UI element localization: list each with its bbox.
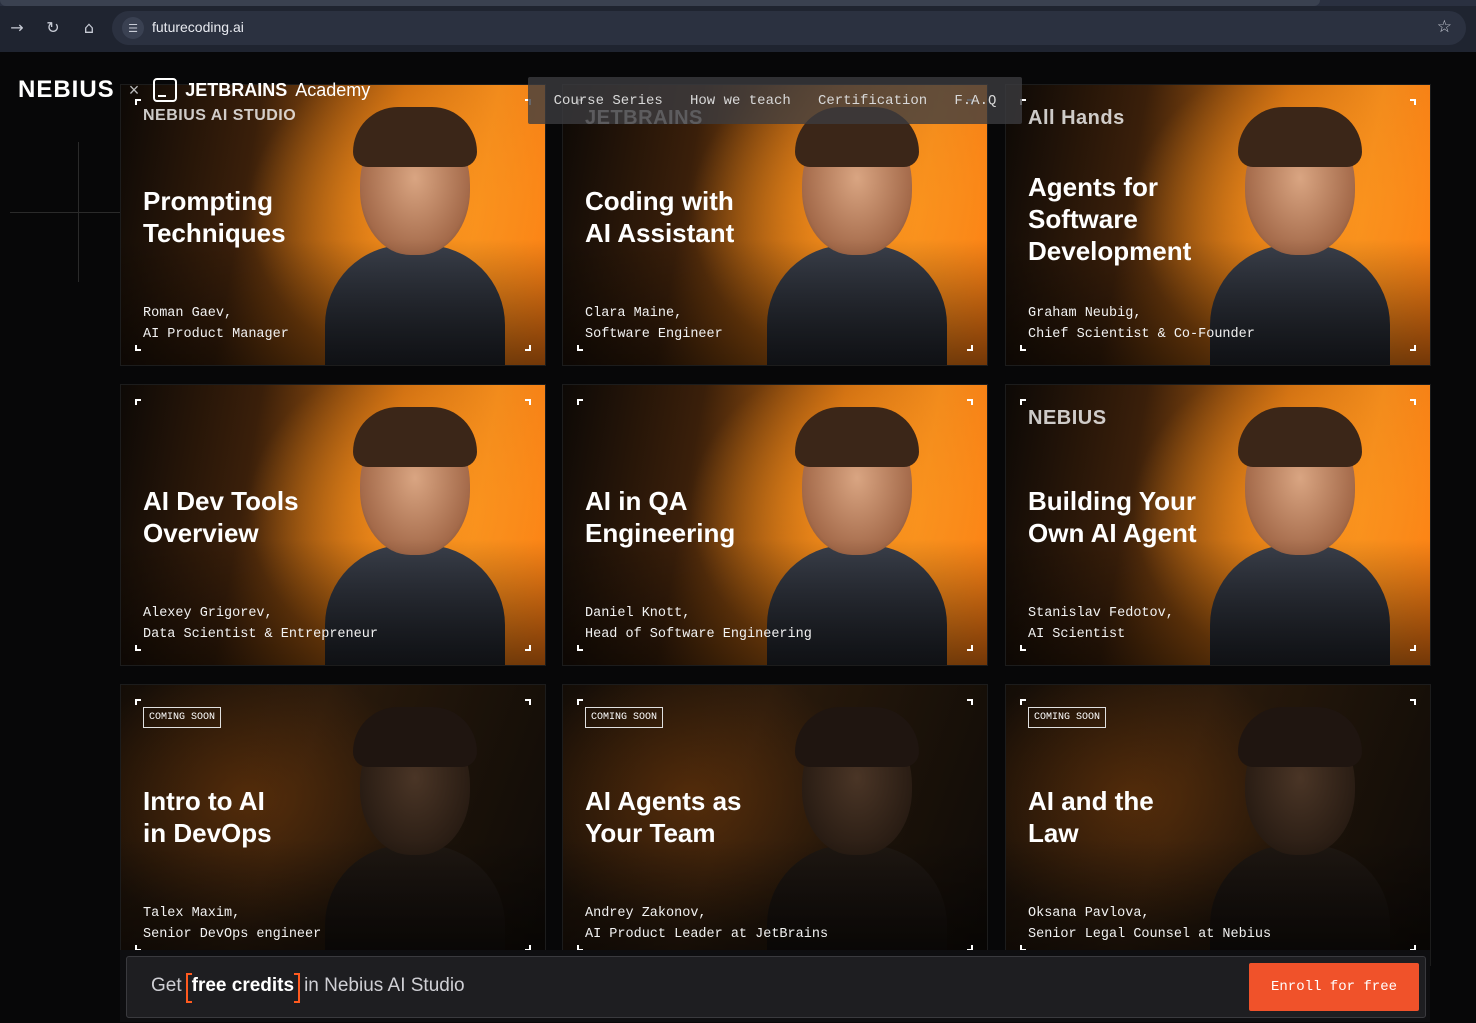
course-card[interactable]: COMING SOON AI and the Law Oksana Pavlova,… — [1005, 684, 1431, 966]
speaker-info: Roman Gaev, AI Product Manager — [143, 306, 289, 342]
course-card[interactable]: All Hands Agents for Software Development… — [1005, 84, 1431, 366]
times-symbol: × — [128, 79, 140, 100]
jetbrains-text: JETBRAINS — [185, 79, 288, 100]
partner-logo: All Hands — [1028, 107, 1125, 129]
corner-mark — [1410, 645, 1416, 651]
jetbrains-academy-logo: JETBRAINS Academy — [153, 78, 370, 102]
banner-highlight: free credits — [185, 973, 301, 1003]
course-title: AI Agents as Your Team — [585, 786, 742, 848]
browser-toolbar: → ↻ ⌂ ☰ futurecoding.ai ☆ — [0, 0, 1476, 52]
course-title: Prompting Techniques — [143, 186, 286, 248]
corner-mark — [1020, 699, 1026, 705]
corner-mark — [1020, 399, 1026, 405]
academy-text: Academy — [295, 79, 371, 100]
decorative-line — [10, 212, 120, 213]
course-card[interactable]: NEBIUS Building Your Own AI Agent Stanisla… — [1005, 384, 1431, 666]
corner-mark — [525, 399, 531, 405]
course-card[interactable]: AI Dev Tools Overview Alexey Grigorev, Da… — [120, 384, 546, 666]
top-navigation: Course Series How we teach Certification… — [528, 77, 1022, 124]
course-card[interactable]: AI in QA Engineering Daniel Knott, Head o… — [562, 384, 988, 666]
course-title: AI in QA Engineering — [585, 486, 736, 548]
address-bar[interactable]: ☰ futurecoding.ai ☆ — [112, 11, 1466, 45]
jetbrains-icon — [153, 78, 178, 102]
speaker-info: Alexey Grigorev, Data Scientist & Entrep… — [143, 606, 378, 642]
corner-mark — [1020, 345, 1026, 351]
nav-faq[interactable]: F.A.Q — [954, 93, 996, 109]
course-card[interactable]: COMING SOON AI Agents as Your Team Andrey … — [562, 684, 988, 966]
course-title: Building Your Own AI Agent — [1028, 486, 1197, 548]
corner-mark — [577, 699, 583, 705]
corner-mark — [577, 645, 583, 651]
partner-logo: NEBIUS — [1028, 407, 1107, 429]
site-settings-icon[interactable]: ☰ — [122, 17, 144, 39]
corner-mark — [577, 345, 583, 351]
course-title: Intro to AI in DevOps — [143, 786, 272, 848]
course-card[interactable]: NEBIUS AI STUDIO Prompting Techniques Roma… — [120, 84, 546, 366]
course-title: AI and the Law — [1028, 786, 1154, 848]
banner-text: Get free credits in Nebius AI Studio — [151, 973, 465, 1003]
course-card[interactable]: JETBRAINSCoding with AI AssistantClara M… — [562, 84, 988, 366]
reload-icon[interactable]: ↻ — [42, 16, 64, 38]
speaker-info: Talex Maxim, Senior DevOps engineer — [143, 906, 322, 942]
corner-mark — [135, 645, 141, 651]
coming-soon-badge: COMING SOON — [143, 707, 222, 728]
tab-strip — [0, 0, 1476, 6]
corner-mark — [1410, 345, 1416, 351]
corner-mark — [967, 399, 973, 405]
corner-mark — [1020, 645, 1026, 651]
course-card[interactable]: COMING SOON Intro to AI in DevOps Talex Ma… — [120, 684, 546, 966]
corner-mark — [967, 645, 973, 651]
active-tab[interactable] — [0, 0, 1320, 6]
banner-prefix: Get — [151, 975, 182, 996]
corner-mark — [525, 699, 531, 705]
corner-mark — [577, 399, 583, 405]
coming-soon-badge: COMING SOON — [1028, 707, 1107, 728]
forward-icon[interactable]: → — [6, 16, 28, 38]
url-text[interactable]: futurecoding.ai — [152, 19, 244, 35]
speaker-info: Oksana Pavlova, Senior Legal Counsel at … — [1028, 906, 1272, 942]
corner-mark — [135, 699, 141, 705]
corner-mark — [135, 345, 141, 351]
page-content: NEBIUS × JETBRAINS Academy Course Series… — [0, 52, 1476, 1023]
coming-soon-badge: COMING SOON — [585, 707, 664, 728]
course-title: AI Dev Tools Overview — [143, 486, 299, 548]
corner-mark — [1410, 399, 1416, 405]
speaker-info: Daniel Knott, Head of Software Engineeri… — [585, 606, 812, 642]
credits-banner: Get free credits in Nebius AI Studio Enr… — [126, 956, 1426, 1018]
bookmark-star-icon[interactable]: ☆ — [1437, 17, 1452, 37]
nav-certification[interactable]: Certification — [818, 93, 927, 109]
speaker-info: Stanislav Fedotov, AI Scientist — [1028, 606, 1174, 642]
banner-suffix: in Nebius AI Studio — [304, 975, 465, 996]
corner-mark — [525, 645, 531, 651]
nav-course-series[interactable]: Course Series — [554, 93, 663, 109]
home-icon[interactable]: ⌂ — [78, 16, 100, 38]
corner-mark — [1410, 699, 1416, 705]
corner-mark — [135, 399, 141, 405]
corner-mark — [1410, 99, 1416, 105]
nav-how-we-teach[interactable]: How we teach — [690, 93, 791, 109]
partner-logo: NEBIUS AI STUDIO — [143, 107, 297, 124]
course-title: Agents for Software Development — [1028, 172, 1192, 266]
corner-mark — [967, 699, 973, 705]
enroll-button[interactable]: Enroll for free — [1249, 963, 1419, 1011]
speaker-info: Clara Maine, Software Engineer — [585, 306, 723, 342]
corner-mark — [525, 345, 531, 351]
course-title: Coding with AI Assistant — [585, 186, 735, 248]
brand-header[interactable]: NEBIUS × JETBRAINS Academy — [18, 76, 370, 104]
speaker-info: Graham Neubig, Chief Scientist & Co-Foun… — [1028, 306, 1255, 342]
nebius-logo: NEBIUS — [18, 76, 115, 103]
corner-mark — [967, 345, 973, 351]
speaker-info: Andrey Zakonov, AI Product Leader at Jet… — [585, 906, 829, 942]
